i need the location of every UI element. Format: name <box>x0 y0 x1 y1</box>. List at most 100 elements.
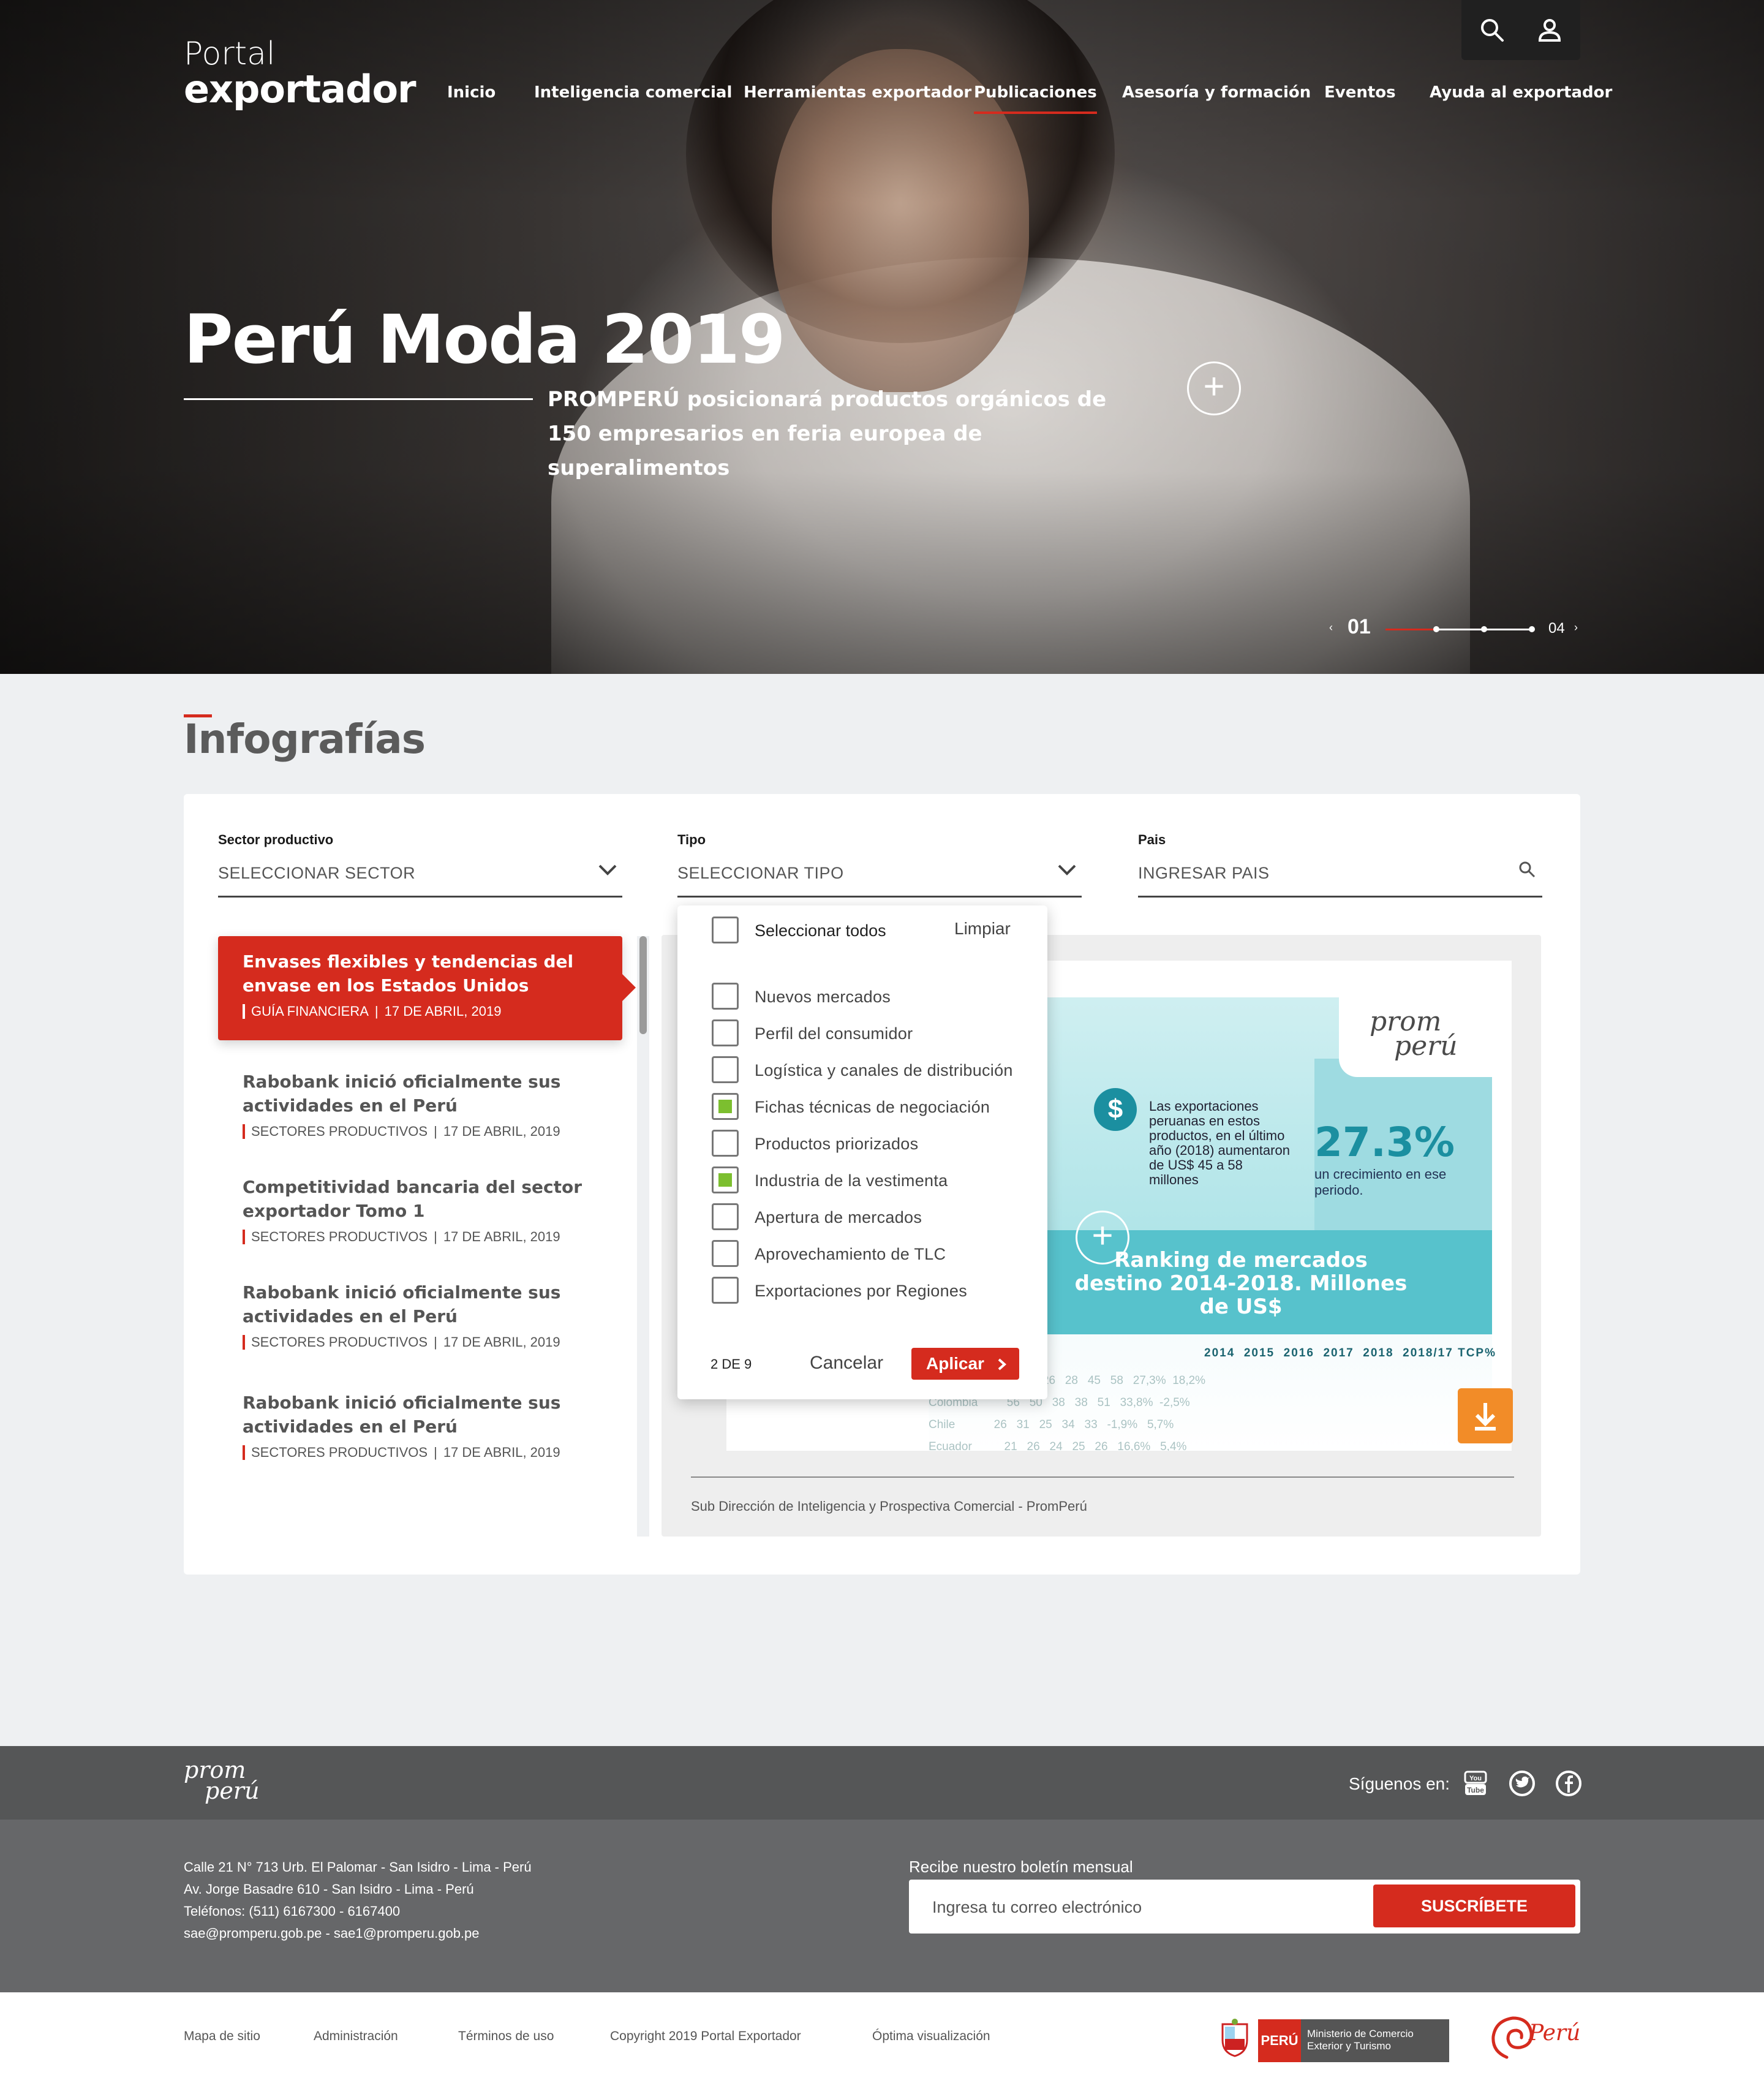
option-label[interactable]: Fichas técnicas de negociación <box>755 1098 990 1117</box>
twitter-icon[interactable] <box>1508 1769 1536 1798</box>
list-item-category: SECTORES PRODUCTIVOS <box>251 1124 428 1139</box>
footer-copyright: Copyright 2019 Portal Exportador <box>610 2029 801 2043</box>
hero-title: Perú Moda 2019 <box>184 300 786 379</box>
chevron-down-icon[interactable] <box>598 864 617 876</box>
pager-dot[interactable] <box>1481 626 1487 632</box>
list-item-title: Rabobank inició oficialmente sus activid… <box>243 1282 561 1326</box>
filter-pais-input[interactable]: INGRESAR PAIS <box>1138 864 1270 883</box>
list-item-meta: SECTORES PRODUCTIVOS | 17 DE ABRIL, 2019 <box>243 1445 598 1461</box>
hero-plus-button[interactable]: + <box>1187 361 1241 415</box>
list-item-title: Rabobank inició oficialmente sus activid… <box>243 1393 561 1437</box>
list-item-date: 17 DE ABRIL, 2019 <box>443 1445 560 1460</box>
list-item-date: 17 DE ABRIL, 2019 <box>443 1124 560 1139</box>
site-logo[interactable]: Portal exportador <box>184 36 417 112</box>
youtube-icon[interactable]: Tube You <box>1461 1769 1490 1798</box>
footer-link-admin[interactable]: Administración <box>314 2029 398 2044</box>
footer-top-bar <box>0 1746 1764 1820</box>
option-label[interactable]: Exportaciones por Regiones <box>755 1282 967 1301</box>
filter-tipo-select[interactable]: SELECCIONAR TIPO <box>677 864 844 883</box>
list-scrollbar[interactable] <box>637 936 649 1537</box>
meta-separator: | <box>434 1229 437 1244</box>
nav-item-ayuda[interactable]: Ayuda al exportador <box>1430 83 1612 102</box>
list-item[interactable]: Rabobank inició oficialmente sus activid… <box>218 1280 622 1350</box>
logo-line-1: Portal <box>184 36 276 72</box>
pager-track[interactable] <box>1385 626 1535 632</box>
email-line[interactable]: sae@promperu.gob.pe - sae1@promperu.gob.… <box>184 1922 532 1945</box>
follow-label: Síguenos en: <box>1349 1774 1450 1793</box>
newsletter-email-input[interactable]: Ingresa tu correo electrónico <box>932 1898 1142 1917</box>
pager-dot[interactable] <box>1433 626 1439 632</box>
hero-subtitle[interactable]: PROMPERÚ posicionará productos orgánicos… <box>548 382 1123 485</box>
facebook-icon[interactable] <box>1555 1769 1583 1798</box>
marca-peru-logo[interactable]: Perú <box>1488 2012 1580 2063</box>
search-icon[interactable] <box>1518 860 1536 879</box>
list-item-meta: GUÍA FINANCIERA | 17 DE ABRIL, 2019 <box>243 1004 598 1019</box>
pager-next-icon[interactable]: › <box>1574 621 1578 634</box>
footer-link-terms[interactable]: Términos de uso <box>458 2029 554 2044</box>
select-all-checkbox[interactable] <box>712 917 739 943</box>
search-icon[interactable] <box>1479 17 1505 43</box>
option-checkbox[interactable] <box>712 1240 739 1267</box>
option-checkbox[interactable] <box>712 1093 739 1120</box>
option-checkbox[interactable] <box>712 1166 739 1193</box>
list-item[interactable]: Competitividad bancaria del sector expor… <box>218 1175 622 1245</box>
logo-line-2: exportador <box>184 67 417 112</box>
download-button[interactable] <box>1458 1388 1513 1443</box>
nav-item-inteligencia[interactable]: Inteligencia comercial <box>534 83 732 102</box>
option-checkbox[interactable] <box>712 1130 739 1157</box>
scrollbar-thumb[interactable] <box>639 936 647 1034</box>
ministry-name: Ministerio de Comercio Exterior y Turism… <box>1301 2019 1449 2062</box>
pager-dot[interactable] <box>1529 626 1535 632</box>
nav-item-publicaciones[interactable]: Publicaciones <box>974 83 1097 114</box>
option-checkbox[interactable] <box>712 1056 739 1083</box>
option-checkbox[interactable] <box>712 983 739 1010</box>
list-item-date: 17 DE ABRIL, 2019 <box>443 1229 560 1244</box>
option-label[interactable]: Productos priorizados <box>755 1135 918 1154</box>
subscribe-button[interactable]: SUSCRÍBETE <box>1373 1885 1575 1927</box>
apply-button[interactable]: Aplicar <box>911 1348 1019 1380</box>
option-checkbox[interactable] <box>712 1203 739 1230</box>
pager-prev-icon[interactable]: ‹ <box>1329 621 1333 634</box>
nav-item-eventos[interactable]: Eventos <box>1324 83 1396 102</box>
meta-marker <box>243 1124 245 1139</box>
select-all-label[interactable]: Seleccionar todos <box>755 921 886 940</box>
nav-item-asesoria[interactable]: Asesoría y formación <box>1122 83 1311 102</box>
infographic-growth-text: un crecimiento en ese periodo. <box>1314 1166 1447 1198</box>
footer-address: Calle 21 N° 713 Urb. El Palomar - San Is… <box>184 1856 532 1945</box>
list-item-meta: SECTORES PRODUCTIVOS | 17 DE ABRIL, 2019 <box>243 1334 598 1350</box>
footer-logo[interactable]: prom perú <box>184 1758 259 1802</box>
meta-marker <box>243 1230 245 1244</box>
nav-item-inicio[interactable]: Inicio <box>447 83 496 102</box>
infographic-plus-button[interactable]: + <box>1076 1211 1129 1265</box>
chevron-down-icon[interactable] <box>1057 864 1077 876</box>
marca-peru-text: Perú <box>1528 2021 1580 2046</box>
option-label[interactable]: Perfil del consumidor <box>755 1024 913 1043</box>
option-checkbox[interactable] <box>712 1019 739 1046</box>
list-item-meta: SECTORES PRODUCTIVOS | 17 DE ABRIL, 2019 <box>243 1124 598 1140</box>
footer-link-sitemap[interactable]: Mapa de sitio <box>184 2029 260 2044</box>
option-label[interactable]: Aprovechamiento de TLC <box>755 1245 946 1264</box>
ministry-logo[interactable]: PERÚ Ministerio de Comercio Exterior y T… <box>1216 2016 1449 2062</box>
option-label[interactable]: Apertura de mercados <box>755 1208 922 1227</box>
footer-link-visualization[interactable]: Óptima visualización <box>872 2029 990 2044</box>
user-icon[interactable] <box>1537 17 1562 43</box>
cancel-button[interactable]: Cancelar <box>810 1353 883 1374</box>
meta-separator: | <box>434 1334 437 1350</box>
list-item-category: SECTORES PRODUCTIVOS <box>251 1229 428 1244</box>
ministry-peru: PERÚ <box>1258 2019 1301 2062</box>
clear-button[interactable]: Limpiar <box>954 919 1011 939</box>
list-item[interactable]: Envases flexibles y tendencias del envas… <box>218 936 636 1040</box>
list-item[interactable]: Rabobank inició oficialmente sus activid… <box>218 1391 622 1461</box>
option-label[interactable]: Industria de la vestimenta <box>755 1171 948 1190</box>
infographic-logo: prom perú <box>1370 1008 1458 1060</box>
download-icon <box>1475 1403 1496 1431</box>
list-item-title: Competitividad bancaria del sector expor… <box>243 1177 582 1221</box>
option-label[interactable]: Nuevos mercados <box>755 988 891 1007</box>
infographic-ranking-title: Ranking de mercados destino 2014-2018. M… <box>1074 1248 1408 1319</box>
option-checkbox[interactable] <box>712 1277 739 1304</box>
list-item[interactable]: Rabobank inició oficialmente sus activid… <box>218 1070 622 1140</box>
nav-item-herramientas[interactable]: Herramientas exportador <box>744 83 971 102</box>
filter-sector-select[interactable]: SELECCIONAR SECTOR <box>218 864 415 883</box>
coat-of-arms-icon <box>1221 2019 1248 2057</box>
option-label[interactable]: Logística y canales de distribución <box>755 1061 1013 1080</box>
